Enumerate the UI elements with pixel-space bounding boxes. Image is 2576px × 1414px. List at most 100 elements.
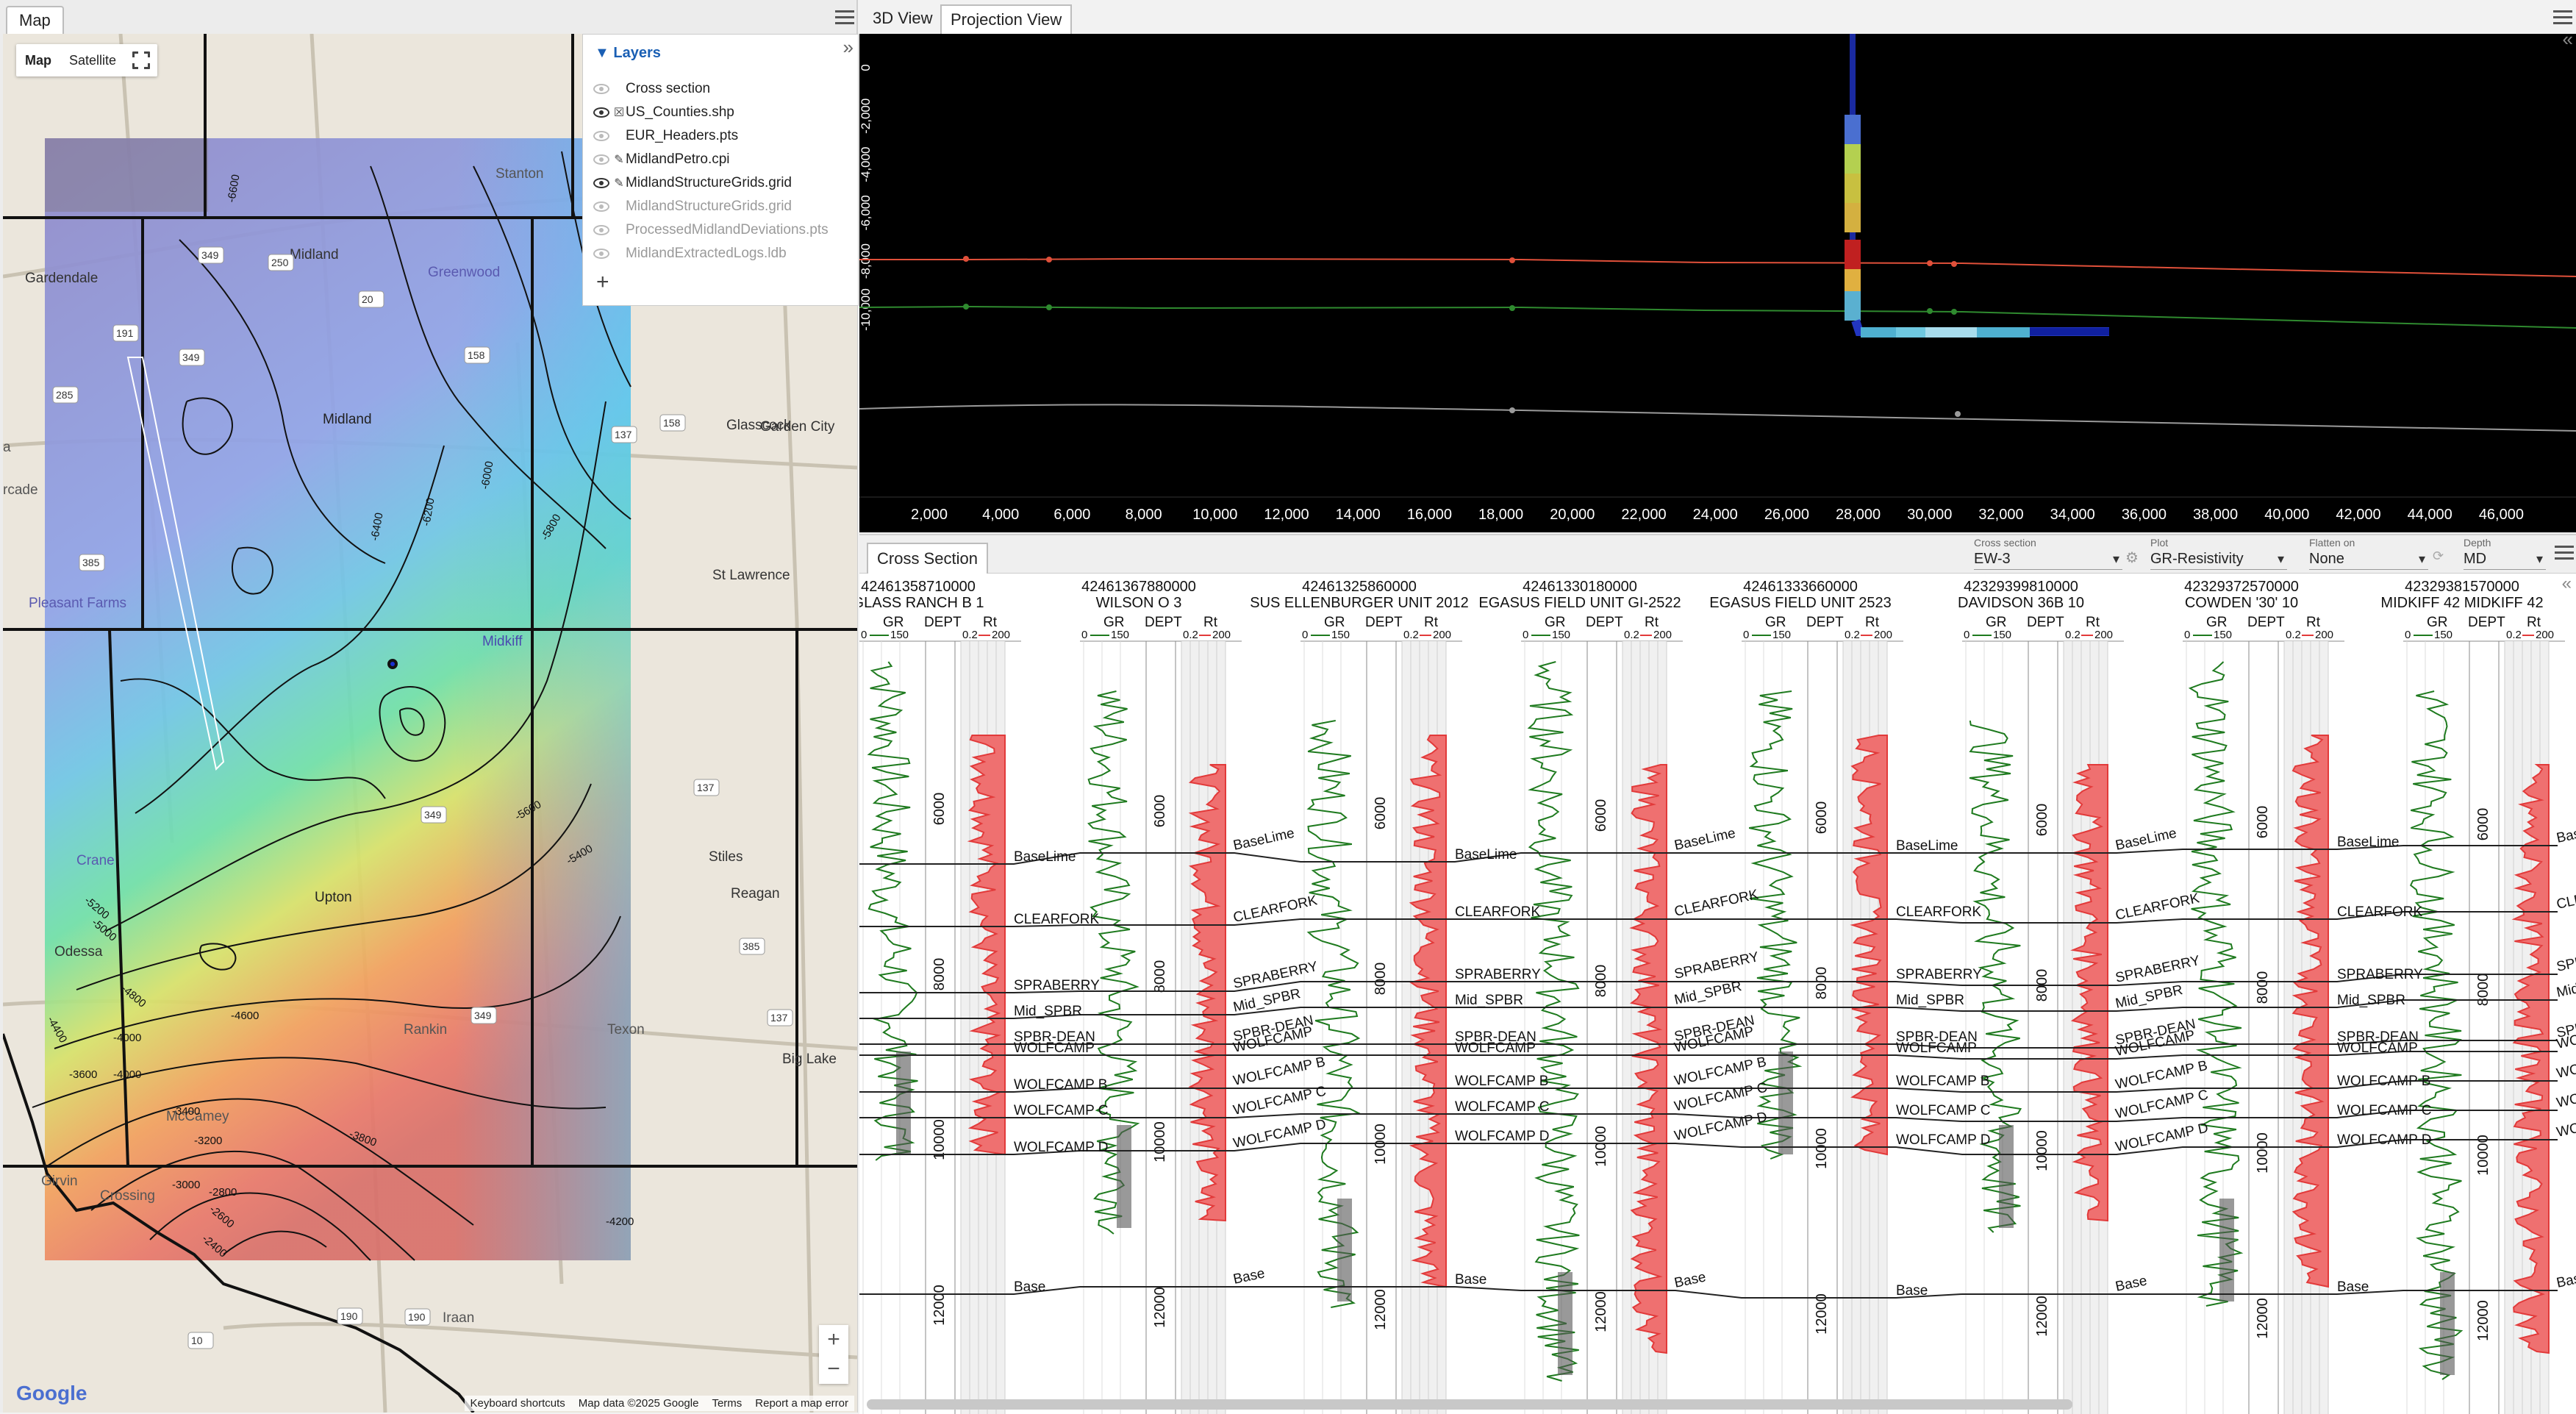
horizon-pick-point — [1951, 261, 1957, 267]
layer-item[interactable]: Cross section — [593, 79, 710, 99]
horizon-pick-point — [1951, 309, 1957, 315]
layer-label: MidlandExtractedLogs.ldb — [626, 246, 787, 261]
map-menu-icon[interactable] — [835, 10, 854, 25]
highway-label: 349 — [424, 809, 442, 821]
cross-section-collapse-icon[interactable]: « — [2562, 574, 2572, 594]
projection-menu-icon[interactable] — [2553, 10, 2572, 25]
layer-type-icon: ✎ — [614, 154, 624, 166]
formation-top-label: Base — [2114, 1273, 2149, 1295]
formation-top-label: SPRABERRY — [1896, 967, 1982, 982]
gr-shale-fill — [1778, 1051, 1793, 1154]
horizontal-scrollbar[interactable] — [867, 1399, 2072, 1410]
road — [223, 1322, 857, 1360]
contour-value-label: -4000 — [113, 1068, 141, 1081]
x-tick-label: 6,000 — [1053, 507, 1090, 523]
layers-title[interactable]: ▼ Layers — [595, 45, 661, 62]
layer-item[interactable]: MidlandExtractedLogs.ldb — [593, 243, 787, 264]
gr-shale-fill — [1558, 1272, 1573, 1375]
formation-top-label: WOLFCAMP D — [1455, 1129, 1549, 1144]
layer-item[interactable]: ✎ MidlandStructureGrids.grid — [593, 173, 792, 193]
formation-top-label: SPRABERRY — [1455, 967, 1541, 982]
gr-scale-min: 0 — [1302, 629, 1308, 641]
gear-icon[interactable]: ⚙ — [2125, 549, 2139, 567]
depth-label: 12000 — [1814, 1293, 1830, 1335]
depth-label: 6000 — [1152, 795, 1168, 828]
formation-top-label: SPRABERRY — [1232, 959, 1320, 992]
projection-canvas[interactable]: 0 -2,000 -4,000 -6,000 -8,000 -10,000 2,000 4,0… — [859, 34, 2576, 532]
visibility-eye-icon[interactable] — [593, 225, 609, 235]
x-tick-label: 26,000 — [1764, 507, 1809, 523]
zoom-in-button[interactable]: + — [819, 1325, 848, 1354]
formation-top-label: Mid_SPBR — [2555, 971, 2576, 1001]
layer-item[interactable]: ☒ US_Counties.shp — [593, 102, 734, 123]
tab-3d-view[interactable]: 3D View — [864, 4, 942, 34]
layer-item[interactable]: ProcessedMidlandDeviations.pts — [593, 220, 829, 240]
well-uwi-label: 42461367880000 — [1081, 579, 1196, 595]
zoom-control: + − — [819, 1325, 848, 1384]
collapse-icon[interactable]: » — [843, 36, 854, 59]
cross-section-menu-icon[interactable] — [2555, 546, 2574, 560]
visibility-eye-icon[interactable] — [593, 201, 609, 212]
visibility-eye-icon[interactable] — [593, 178, 609, 188]
zoom-out-button[interactable]: − — [819, 1354, 848, 1384]
contour-value-label: -4600 — [231, 1010, 259, 1022]
highway-label: 158 — [468, 349, 485, 361]
fullscreen-icon[interactable] — [132, 51, 151, 70]
map-place-label: Stanton — [495, 166, 544, 182]
layer-item[interactable]: ✎ MidlandPetro.cpi — [593, 149, 730, 170]
gr-track-header: GR — [883, 615, 904, 630]
rt-scale-max: 200 — [2536, 629, 2554, 641]
flatten-select[interactable]: Flatten on None — [2309, 537, 2428, 572]
gr-shale-fill — [1117, 1125, 1131, 1228]
x-tick-label: 18,000 — [1478, 507, 1523, 523]
rt-track-header: Rt — [2306, 615, 2321, 630]
projection-collapse-icon[interactable]: « — [2563, 28, 2573, 51]
map-type-satellite-button[interactable]: Satellite — [60, 44, 125, 76]
map-data-text: Map data ©2025 Google — [578, 1397, 699, 1410]
visibility-eye-icon[interactable] — [593, 249, 609, 259]
flatten-settings-icon[interactable]: ⟳ — [2433, 549, 2444, 564]
visibility-eye-icon[interactable] — [593, 154, 609, 165]
layer-label: MidlandStructureGrids.grid — [626, 199, 792, 214]
cross-section-canvas[interactable]: 42461358710000 GLASS RANCH B 1 GR DEPT Rt 0 15… — [859, 574, 2576, 1414]
plot-select-value[interactable]: GR-Resistivity — [2150, 549, 2287, 570]
lateral-log-segment — [1925, 327, 1977, 338]
map-type-map-button[interactable]: Map — [16, 44, 60, 76]
contour-value-label: -3400 — [172, 1105, 200, 1118]
gr-track-header: GR — [1986, 615, 2007, 630]
visibility-eye-icon[interactable] — [593, 107, 609, 118]
cross-section-select[interactable]: Cross section EW-3 — [1974, 537, 2122, 572]
map-place-label: Pleasant Farms — [29, 596, 126, 611]
visibility-eye-icon[interactable] — [593, 131, 609, 141]
map-place-label: a — [3, 440, 11, 455]
visibility-eye-icon[interactable] — [593, 84, 609, 94]
formation-top-label: WOLFCAMP C — [2337, 1103, 2431, 1118]
terms-link[interactable]: Terms — [712, 1397, 742, 1410]
formation-top-label: WOLFCAMP — [1014, 1040, 1095, 1056]
gr-scale-max: 150 — [1331, 629, 1350, 641]
plot-select[interactable]: Plot GR-Resistivity — [2150, 537, 2287, 572]
highway-label: 349 — [474, 1010, 492, 1021]
add-layer-button[interactable]: + — [596, 270, 609, 295]
layer-item[interactable]: EUR_Headers.pts — [593, 126, 738, 146]
depth-select-value[interactable]: MD — [2464, 549, 2546, 570]
layer-item[interactable]: MidlandStructureGrids.grid — [593, 196, 792, 217]
keyboard-shortcuts-link[interactable]: Keyboard shortcuts — [471, 1397, 565, 1410]
gr-track-header: GR — [1765, 615, 1786, 630]
formation-top-label: Mid_SPBR — [1673, 979, 1743, 1008]
formation-top-label: Base — [2337, 1279, 2369, 1295]
cross-section-plot: 42461358710000GLASS RANCH B 1 GR DEPT Rt 0 15… — [859, 579, 2576, 1414]
layer-label: US_Counties.shp — [626, 104, 734, 120]
cross-section-select-value[interactable]: EW-3 — [1974, 549, 2122, 570]
depth-label: 10000 — [2255, 1132, 2271, 1174]
highway-label: 190 — [408, 1311, 426, 1323]
tab-map[interactable]: Map — [6, 6, 64, 34]
projection-panel: 3D View Projection View « 0 -2,000 -4,000 -… — [859, 0, 2576, 532]
x-tick-label: 10,000 — [1192, 507, 1237, 523]
depth-label: 8000 — [1373, 963, 1389, 996]
tab-projection-view[interactable]: Projection View — [940, 4, 1073, 34]
depth-select[interactable]: Depth MD — [2464, 537, 2546, 572]
report-error-link[interactable]: Report a map error — [755, 1397, 848, 1410]
tab-cross-section[interactable]: Cross Section — [867, 543, 988, 574]
flatten-select-value[interactable]: None — [2309, 549, 2428, 570]
